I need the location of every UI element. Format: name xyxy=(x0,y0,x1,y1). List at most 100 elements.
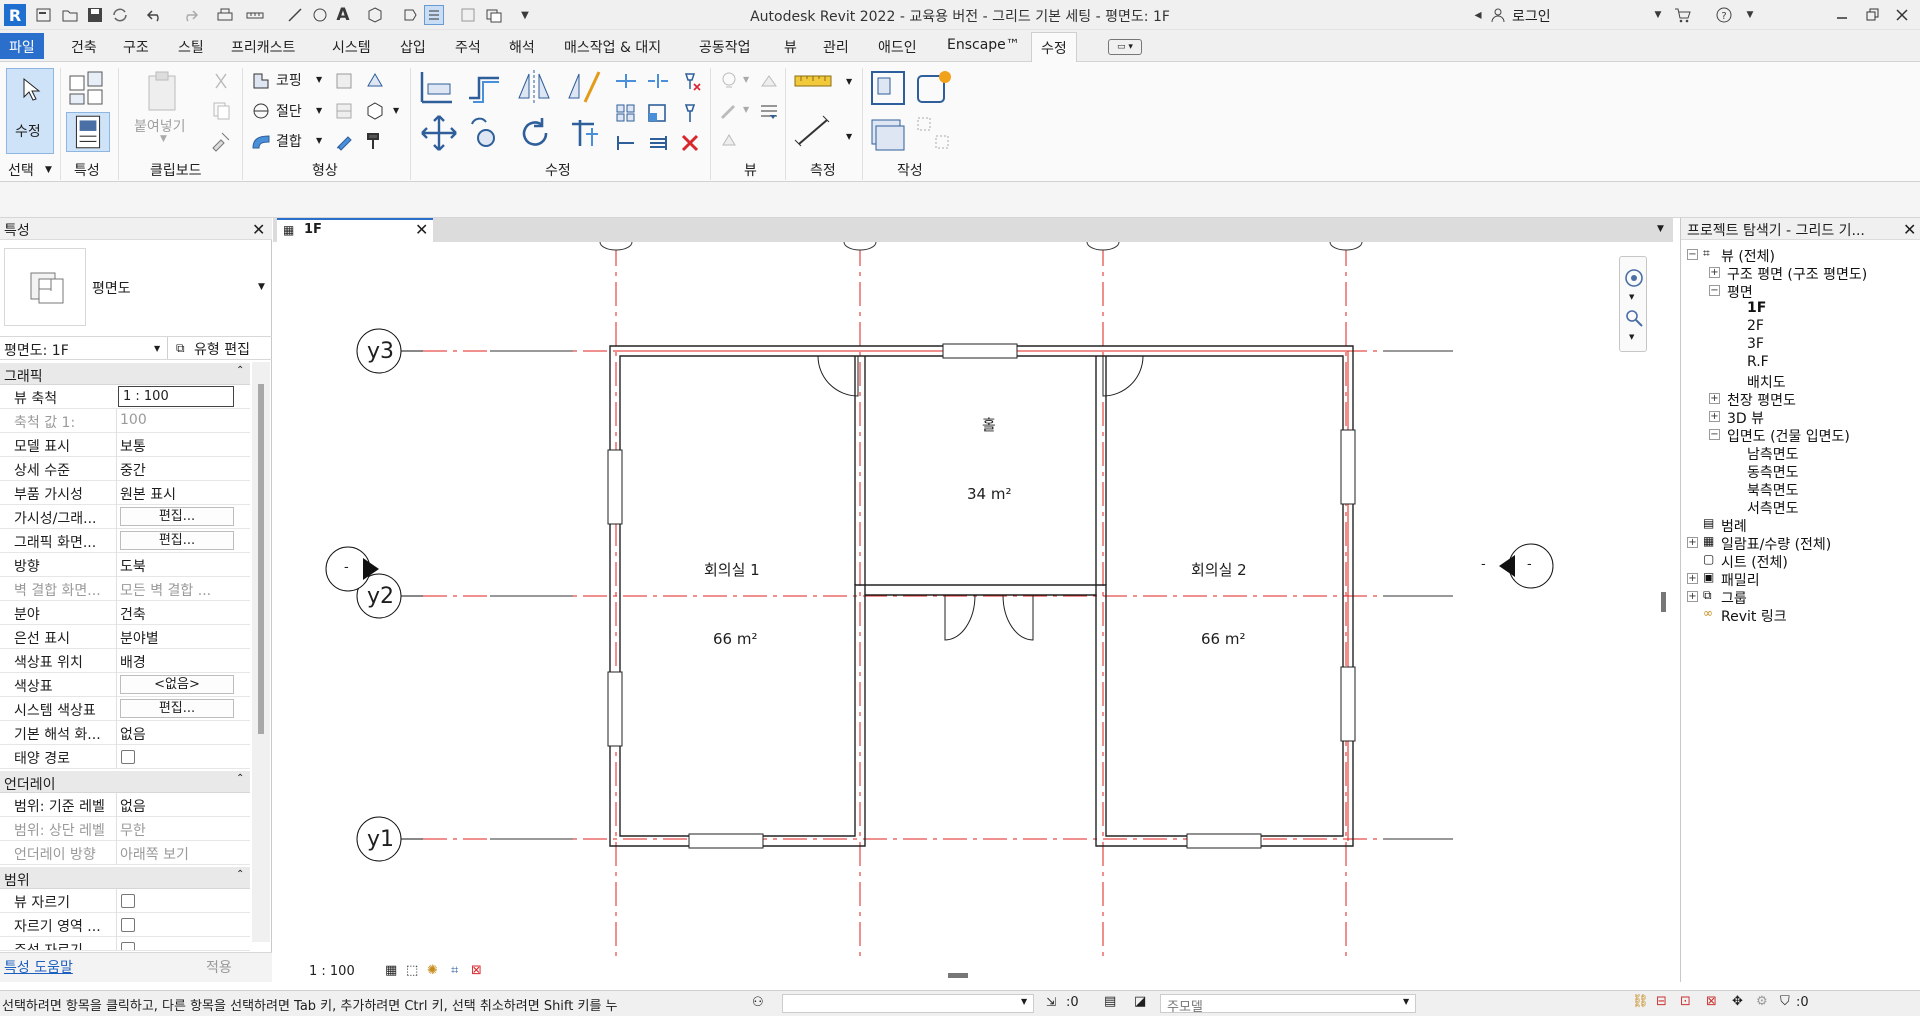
filter-icon[interactable]: ⛉ xyxy=(1780,994,1790,1009)
login-label[interactable]: 로그인 xyxy=(1512,6,1551,26)
tree-views-all[interactable]: 뷰 (전체) xyxy=(1721,246,1775,266)
dimension-dropdown-icon[interactable]: ▼ xyxy=(846,132,852,141)
properties-scrollbar[interactable] xyxy=(252,362,270,942)
paint-icon[interactable] xyxy=(333,130,355,152)
view-scale-input[interactable]: 1 : 100 xyxy=(118,386,234,407)
panel-label-select[interactable]: 선택 xyxy=(8,160,34,180)
press-drag-icon[interactable]: ⇲ xyxy=(1046,995,1056,1009)
tree-plan-1f[interactable]: 1F xyxy=(1747,300,1766,316)
create-group-icon[interactable] xyxy=(868,114,908,154)
unpin-icon[interactable] xyxy=(678,70,702,92)
collapse-views-icon[interactable]: − xyxy=(1687,249,1698,260)
expand-3d-icon[interactable]: + xyxy=(1709,411,1720,422)
minimize-icon[interactable] xyxy=(1832,5,1852,25)
window-south-2[interactable] xyxy=(1186,833,1262,849)
window-west-lower[interactable] xyxy=(607,671,623,747)
prop-color-scheme-location[interactable]: 색상표 위치 배경 xyxy=(0,649,250,673)
tree-plan-2f[interactable]: 2F xyxy=(1747,318,1764,334)
tab-analyze[interactable]: 해석 xyxy=(509,37,535,57)
prop-orientation[interactable]: 방향 도북 xyxy=(0,553,250,577)
graphic-display-edit-button[interactable]: 편집... xyxy=(120,531,234,550)
properties-palette-icon[interactable] xyxy=(66,112,110,152)
instance-filter-dropdown[interactable]: 평면도: 1F ▼ xyxy=(0,337,168,359)
grid-bubble-top-1[interactable] xyxy=(599,242,633,251)
prop-default-analysis[interactable]: 기본 해석 화... 없음 xyxy=(0,721,250,745)
browser-close-icon[interactable]: ✕ xyxy=(1903,220,1916,239)
tab-manage[interactable]: 관리 xyxy=(823,37,849,57)
main-model-dropdown[interactable]: 주모델 ▼ xyxy=(1160,994,1416,1015)
view-tab-close-icon[interactable]: ✕ xyxy=(415,220,428,239)
restore-icon[interactable] xyxy=(1862,5,1882,25)
tree-plan-3f[interactable]: 3F xyxy=(1747,336,1764,352)
tab-file[interactable]: 파일 xyxy=(0,33,44,59)
cope-icon[interactable] xyxy=(250,70,272,92)
select-panel-dropdown-icon[interactable]: ▼ xyxy=(45,165,52,175)
hide-dropdown-icon[interactable]: ▼ xyxy=(743,75,749,84)
window-west-upper[interactable] xyxy=(607,449,623,525)
tree-elevations[interactable]: 입면도 (건물 입면도) xyxy=(1727,426,1850,446)
group-underlay[interactable]: 언더레이 ⌃ xyxy=(0,771,250,793)
prop-model-display[interactable]: 모델 표시 보통 xyxy=(0,433,250,457)
door-room2[interactable] xyxy=(1102,355,1144,397)
pin-icon[interactable] xyxy=(678,102,702,124)
help-icon[interactable]: ? xyxy=(1714,5,1734,25)
drag-elements-icon[interactable]: ✥ xyxy=(1732,994,1743,1009)
window-south-1[interactable] xyxy=(688,833,764,849)
expand-structural-icon[interactable]: + xyxy=(1709,267,1720,278)
user-icon[interactable] xyxy=(1488,5,1508,25)
prop-detail-level[interactable]: 상세 수준 중간 xyxy=(0,457,250,481)
tab-massing-site[interactable]: 매스작업 & 대지 xyxy=(564,37,661,57)
help-dropdown-icon[interactable]: ▼ xyxy=(1740,5,1760,25)
grid-bubble-top-2[interactable] xyxy=(843,242,877,251)
expand-families-icon[interactable]: + xyxy=(1687,573,1698,584)
tab-precast[interactable]: 프리캐스트 xyxy=(231,37,295,57)
tree-revit-links[interactable]: Revit 링크 xyxy=(1721,606,1787,626)
demolish-icon[interactable] xyxy=(364,70,386,92)
trim-extend-corner-icon[interactable] xyxy=(566,114,604,152)
mirror-axis-icon[interactable] xyxy=(515,68,553,106)
horizontal-scroll-thumb[interactable] xyxy=(948,973,968,978)
expand-ceiling-icon[interactable]: + xyxy=(1709,393,1720,404)
design-options-icon[interactable]: ▤ xyxy=(1104,994,1116,1009)
type-selector-dropdown-icon[interactable]: ▼ xyxy=(258,282,265,292)
tab-addins[interactable]: 애드인 xyxy=(878,37,917,57)
measure-dropdown-icon[interactable]: ▼ xyxy=(846,77,852,86)
login-dropdown-icon[interactable]: ▼ xyxy=(1648,5,1668,25)
move-icon[interactable] xyxy=(420,114,458,152)
system-color-edit-button[interactable]: 편집... xyxy=(120,699,234,718)
grid-bubble-top-4[interactable] xyxy=(1329,242,1363,251)
paste-icon[interactable] xyxy=(143,68,183,116)
close-window-icon[interactable] xyxy=(1892,5,1912,25)
tab-collaborate[interactable]: 공동작업 xyxy=(699,37,751,57)
override-graphics-icon[interactable] xyxy=(758,70,780,92)
detail-level-icon[interactable]: ▦ xyxy=(385,963,397,978)
elevation-marker-east[interactable] xyxy=(1499,543,1554,589)
tree-structural-plans[interactable]: 구조 평면 (구조 평면도) xyxy=(1727,264,1867,284)
color-scheme-button[interactable]: <없음> xyxy=(120,675,234,694)
tree-ceiling-plans[interactable]: 천장 평면도 xyxy=(1727,390,1796,410)
copy-element-icon[interactable] xyxy=(466,114,504,152)
window-east-lower[interactable] xyxy=(1340,666,1356,742)
cope-label[interactable]: 코핑 xyxy=(276,70,302,90)
create-assembly-icon[interactable] xyxy=(868,68,908,108)
main-model-icon[interactable]: ◪ xyxy=(1134,994,1146,1009)
create-similar-icon[interactable] xyxy=(914,114,954,154)
wheel-dropdown-icon[interactable]: ▼ xyxy=(1629,293,1634,301)
group-extents[interactable]: 범위 ⌃ xyxy=(0,867,250,889)
zoom-dropdown-icon[interactable]: ▼ xyxy=(1629,333,1634,341)
copy-icon[interactable] xyxy=(210,100,232,122)
view-tab-1f[interactable]: ▦ 1F ✕ xyxy=(277,218,433,242)
tree-elev-west[interactable]: 서측면도 xyxy=(1747,498,1799,518)
type-selector-name[interactable]: 평면도 xyxy=(92,278,131,298)
tab-enscape[interactable]: Enscape™ xyxy=(947,37,1020,53)
linework-brush-icon[interactable] xyxy=(718,100,740,122)
cut-geometry-icon[interactable] xyxy=(250,100,272,122)
sign-in-arrows-icon[interactable]: ◂ xyxy=(1470,5,1486,25)
door-hall-double[interactable] xyxy=(944,594,1034,641)
tree-plan-site[interactable]: 배치도 xyxy=(1747,372,1786,392)
cut-dropdown-icon[interactable]: ▼ xyxy=(316,106,322,115)
room-area-hall[interactable]: 34 m² xyxy=(967,485,1011,503)
tab-modify[interactable]: 수정 xyxy=(1031,32,1077,63)
collapse-elevations-icon[interactable]: − xyxy=(1709,429,1720,440)
wall-join-cube-icon[interactable] xyxy=(364,100,386,122)
